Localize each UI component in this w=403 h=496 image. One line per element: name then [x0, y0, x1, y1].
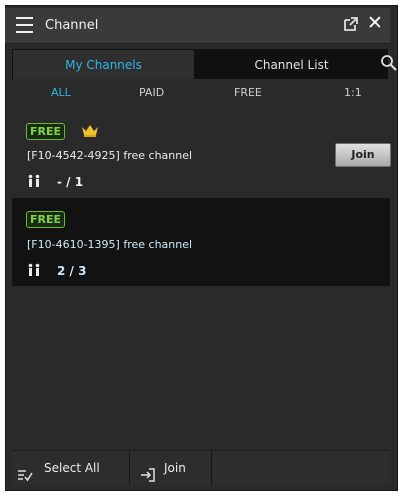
filter-paid[interactable]: PAID: [139, 86, 164, 99]
select-all-label: Select All: [44, 461, 100, 475]
free-badge: FREE: [26, 211, 66, 228]
channel-name: [F10-4542-4925] free channel: [27, 149, 193, 162]
users-icon: [27, 263, 41, 277]
footer-join-button[interactable]: Join: [130, 451, 212, 485]
filter-bar: ALL PAID FREE 1:1: [12, 80, 390, 106]
member-count: - / 1: [57, 175, 84, 189]
crown-icon: [81, 123, 99, 137]
channel-list-empty-area: [12, 286, 390, 450]
filter-one-to-one[interactable]: 1:1: [344, 86, 362, 99]
join-button[interactable]: Join: [335, 143, 391, 167]
footer-toolbar: Select All Join: [12, 450, 390, 485]
channel-row[interactable]: FREE [F10-4610-1395] free channel 2 / 3: [12, 198, 390, 286]
menu-icon[interactable]: [16, 16, 33, 34]
member-count: 2 / 3: [57, 264, 87, 278]
channel-row[interactable]: FREE [F10-4542-4925] free channel - / 1 …: [12, 113, 391, 198]
join-label: Join: [164, 461, 186, 475]
tab-channel-list[interactable]: Channel List: [195, 49, 388, 79]
filter-all[interactable]: ALL: [51, 86, 71, 99]
select-all-button[interactable]: Select All: [12, 451, 130, 485]
channel-tabs: My Channels Channel List: [12, 49, 398, 79]
tab-my-channels[interactable]: My Channels: [12, 49, 195, 79]
select-all-icon: [17, 461, 33, 482]
free-badge: FREE: [26, 123, 66, 140]
filter-free[interactable]: FREE: [234, 86, 262, 99]
search-icon[interactable]: [378, 49, 400, 79]
title-bar: Channel ✕: [5, 8, 390, 44]
close-icon[interactable]: ✕: [366, 14, 384, 33]
users-icon: [27, 174, 41, 188]
window-title: Channel: [45, 18, 99, 33]
channel-name: [F10-4610-1395] free channel: [27, 238, 193, 251]
popout-icon[interactable]: [342, 15, 360, 33]
join-icon: [140, 461, 156, 482]
